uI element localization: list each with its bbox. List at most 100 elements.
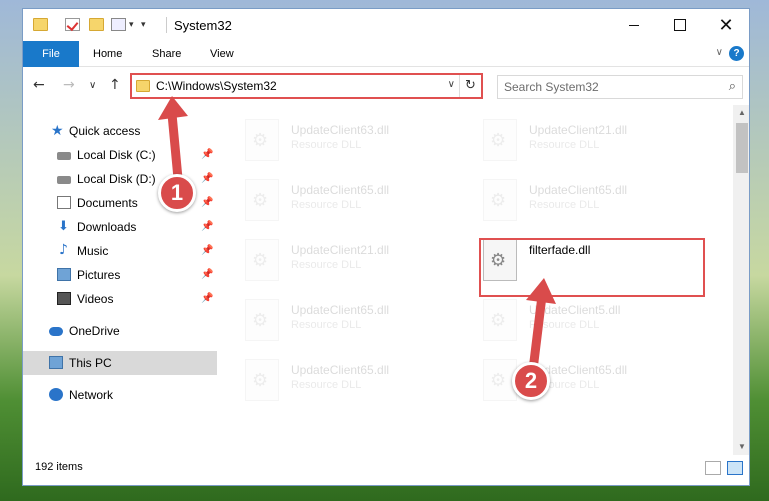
- close-button[interactable]: ✕: [703, 9, 749, 41]
- file-name: UpdateClient65.dll: [291, 363, 390, 377]
- search-input[interactable]: Search System32 ⌕: [497, 75, 743, 99]
- quick-access-dropdown-icon[interactable]: ▾: [141, 19, 156, 32]
- dll-file-icon: [483, 119, 517, 161]
- file-item[interactable]: UpdateClient65.dll Resource DLL: [245, 175, 465, 227]
- file-item[interactable]: UpdateClient5.dll Resource DLL: [483, 295, 703, 347]
- dll-file-icon: [245, 179, 279, 221]
- file-list: UpdateClient63.dll Resource DLL UpdateCl…: [217, 105, 733, 455]
- sidebar-item-label: Music: [77, 244, 109, 258]
- drive-icon: [57, 176, 71, 184]
- documents-icon: [57, 196, 71, 209]
- title-divider: [166, 17, 167, 33]
- scroll-up-icon[interactable]: ▲: [733, 105, 749, 121]
- sidebar-item-videos[interactable]: Videos 📌: [23, 287, 217, 311]
- star-icon: ★: [51, 123, 64, 139]
- search-placeholder: Search System32: [504, 80, 599, 94]
- address-bar[interactable]: C:\Windows\System32 ∨ ↻: [130, 73, 483, 99]
- sidebar-item-pictures[interactable]: Pictures 📌: [23, 263, 217, 287]
- dll-file-icon: [245, 119, 279, 161]
- videos-icon: [57, 292, 71, 305]
- file-item[interactable]: UpdateClient21.dll Resource DLL: [245, 235, 465, 287]
- tab-view[interactable]: View: [210, 41, 234, 67]
- tab-home[interactable]: Home: [93, 41, 122, 67]
- details-view-icon[interactable]: [705, 461, 721, 475]
- annotation-badge-1: 1: [158, 174, 196, 212]
- sidebar-item-network[interactable]: Network: [23, 383, 217, 407]
- scroll-thumb[interactable]: [736, 123, 748, 173]
- pin-icon[interactable]: 📌: [201, 167, 213, 191]
- dll-file-icon: [245, 239, 279, 281]
- file-type: Resource DLL: [529, 319, 600, 331]
- expand-ribbon-icon[interactable]: ∨: [716, 47, 723, 58]
- cloud-icon: [49, 327, 63, 336]
- back-button[interactable]: ←: [33, 77, 45, 93]
- status-bar: 192 items: [23, 455, 749, 485]
- file-item[interactable]: UpdateClient21.dll Resource DLL: [483, 115, 703, 167]
- title-bar: ▾ ▾ System32 ✕: [23, 9, 749, 41]
- ribbon-tabs: File Home Share View ∨ ?: [23, 41, 749, 67]
- sidebar-item-quick-access[interactable]: ★ Quick access: [23, 119, 217, 143]
- minimize-button[interactable]: [611, 9, 657, 41]
- sidebar-item-label: Pictures: [77, 268, 121, 282]
- sidebar-item-local-disk-c[interactable]: Local Disk (C:) 📌: [23, 143, 217, 167]
- scroll-down-icon[interactable]: ▼: [733, 439, 749, 455]
- sidebar-item-label: Network: [69, 388, 114, 402]
- computer-icon: [49, 356, 63, 369]
- help-icon[interactable]: ?: [729, 46, 744, 61]
- sidebar-item-label: Downloads: [77, 220, 137, 234]
- sidebar-item-label: This PC: [69, 356, 112, 370]
- vertical-scrollbar[interactable]: ▲ ▼: [733, 105, 749, 455]
- sidebar-item-label: Videos: [77, 292, 114, 306]
- tab-file[interactable]: File: [23, 41, 79, 67]
- file-type: Resource DLL: [291, 199, 362, 211]
- sidebar-item-music[interactable]: ♪ Music 📌: [23, 239, 217, 263]
- search-icon[interactable]: ⌕: [729, 79, 736, 94]
- file-item[interactable]: UpdateClient65.dll Resource DLL: [245, 355, 465, 407]
- address-path[interactable]: C:\Windows\System32: [156, 79, 277, 93]
- customize-toolbar-icon[interactable]: [111, 18, 126, 31]
- recent-locations-button[interactable]: ∨: [89, 80, 96, 91]
- dll-file-icon: [483, 179, 517, 221]
- pin-icon[interactable]: 📌: [201, 263, 213, 287]
- forward-button[interactable]: →: [63, 77, 75, 93]
- file-name: UpdateClient21.dll: [529, 123, 628, 137]
- file-type: Resource DLL: [291, 319, 362, 331]
- refresh-button[interactable]: ↻: [459, 75, 481, 97]
- window-title: System32: [174, 18, 232, 33]
- highlight-box: [479, 238, 705, 297]
- tab-share[interactable]: Share: [152, 41, 181, 67]
- up-button[interactable]: ↑: [109, 77, 121, 93]
- navigation-pane: ★ Quick access Local Disk (C:) 📌 Local D…: [23, 105, 217, 455]
- pin-icon[interactable]: 📌: [201, 143, 213, 167]
- file-item[interactable]: UpdateClient65.dll Resource DLL: [483, 175, 703, 227]
- music-icon: ♪: [59, 242, 68, 258]
- maximize-button[interactable]: [657, 9, 703, 41]
- sidebar-item-label: Local Disk (C:): [77, 148, 156, 162]
- file-item[interactable]: UpdateClient63.dll Resource DLL: [245, 115, 465, 167]
- folder-icon: [136, 80, 150, 92]
- properties-check-icon[interactable]: [65, 18, 80, 31]
- pin-icon[interactable]: 📌: [201, 215, 213, 239]
- folder-icon[interactable]: [33, 18, 48, 31]
- file-item[interactable]: UpdateClient65.dll Resource DLL: [245, 295, 465, 347]
- dll-file-icon: [483, 299, 517, 341]
- sidebar-item-downloads[interactable]: ⬇ Downloads 📌: [23, 215, 217, 239]
- sidebar-item-this-pc[interactable]: This PC: [23, 351, 217, 375]
- file-name: UpdateClient65.dll: [291, 303, 390, 317]
- file-type: Resource DLL: [529, 199, 600, 211]
- pin-icon[interactable]: 📌: [201, 239, 213, 263]
- sidebar-item-onedrive[interactable]: OneDrive: [23, 319, 217, 343]
- sidebar-item-label: OneDrive: [69, 324, 120, 338]
- pin-icon[interactable]: 📌: [201, 287, 213, 311]
- pin-icon[interactable]: 📌: [201, 191, 213, 215]
- sidebar-item-label: Quick access: [69, 124, 141, 138]
- file-explorer-window: ▾ ▾ System32 ✕ File Home Share View ∨ ? …: [22, 8, 750, 486]
- pictures-icon: [57, 268, 71, 281]
- sidebar-item-label: Documents: [77, 196, 138, 210]
- sidebar-item-label: Local Disk (D:): [77, 172, 156, 186]
- dll-file-icon: [245, 299, 279, 341]
- new-folder-icon[interactable]: [89, 18, 104, 31]
- address-dropdown-icon[interactable]: ∨: [448, 79, 455, 90]
- download-icon: ⬇: [58, 219, 69, 234]
- large-icons-view-icon[interactable]: [727, 461, 743, 475]
